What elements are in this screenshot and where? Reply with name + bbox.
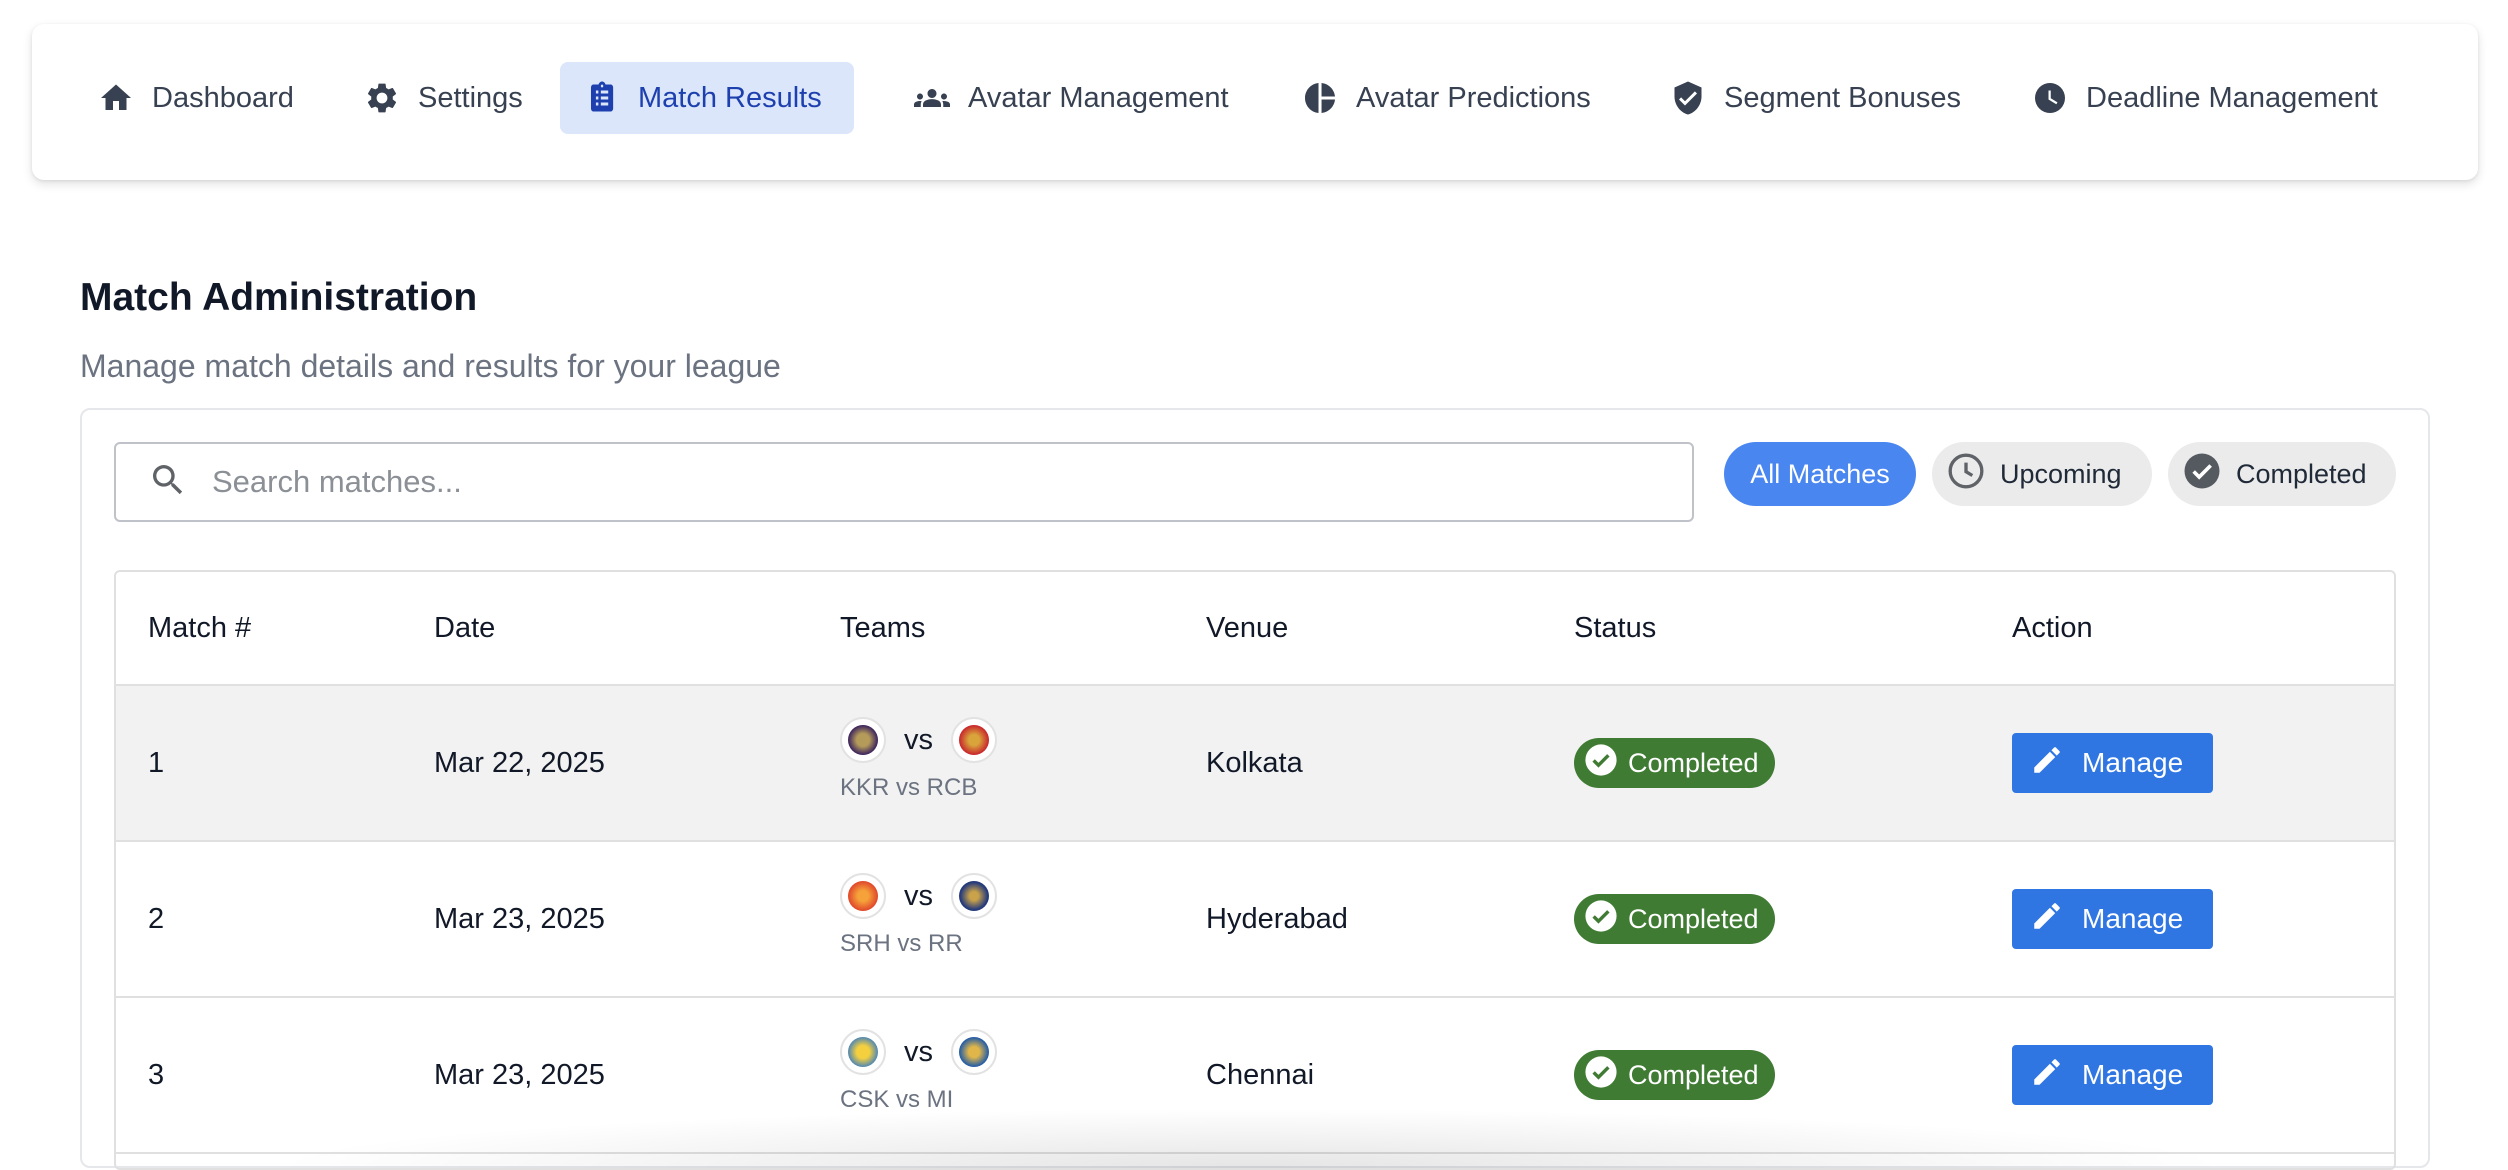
nav-item-label: Dashboard <box>152 81 294 114</box>
teams-label: CSK vs MI <box>840 1086 954 1113</box>
search-icon <box>116 460 210 505</box>
manage-button[interactable]: Manage <box>2012 1045 2214 1105</box>
clipboard-list-icon <box>584 80 620 116</box>
match-date: Mar 22, 2025 <box>434 746 605 779</box>
status-cell: Completed <box>1574 998 1775 1152</box>
status-label: Completed <box>1628 1059 1759 1090</box>
manage-label: Manage <box>2082 747 2184 778</box>
vs-label: vs <box>904 1035 933 1068</box>
srh-logo-icon <box>840 873 886 919</box>
column-header-venue: Venue <box>1206 612 1289 644</box>
pie-chart-icon <box>1302 80 1338 116</box>
check-circle-icon <box>1584 743 1618 784</box>
matches-table: Match # Date Teams Venue Status Action 1… <box>114 570 2396 1170</box>
filter-all-matches[interactable]: All Matches <box>1724 442 1916 506</box>
mi-logo-icon <box>951 1029 997 1075</box>
rr-logo-icon <box>951 873 997 919</box>
column-header-status: Status <box>1574 612 1657 644</box>
filter-completed[interactable]: Completed <box>2168 442 2396 506</box>
teams-cell: vs SRH vs RR <box>840 872 997 958</box>
nav-item-avatar-predictions[interactable]: Avatar Predictions <box>1278 62 1615 134</box>
check-circle-icon <box>1584 1055 1618 1096</box>
home-icon <box>98 80 134 116</box>
filter-upcoming[interactable]: Upcoming <box>1932 442 2152 506</box>
table-row: 3 Mar 23, 2025 vs CSK vs MI Chennai Comp… <box>116 998 2394 1154</box>
manage-button[interactable]: Manage <box>2012 889 2214 949</box>
nav-item-avatar-management[interactable]: Avatar Management <box>890 62 1253 134</box>
status-cell: Completed <box>1574 686 1775 840</box>
page-subtitle: Manage match details and results for you… <box>80 348 781 384</box>
status-label: Completed <box>1628 903 1759 934</box>
vs-label: vs <box>904 879 933 912</box>
match-number: 2 <box>148 902 165 935</box>
venue: Hyderabad <box>1206 902 1348 935</box>
nav-item-label: Match Results <box>638 81 822 114</box>
column-header-match: Match # <box>148 612 252 644</box>
nav-item-dashboard[interactable]: Dashboard <box>74 62 318 134</box>
pencil-icon <box>2030 899 2064 940</box>
match-number: 3 <box>148 1058 165 1091</box>
teams-label: SRH vs RR <box>840 930 963 957</box>
top-navigation: Dashboard Settings Match Results Avatar … <box>32 24 2478 180</box>
nav-item-label: Avatar Predictions <box>1356 81 1591 114</box>
nav-item-settings[interactable]: Settings <box>340 62 547 134</box>
clock-icon <box>2032 80 2068 116</box>
people-icon <box>914 80 950 116</box>
search-input[interactable] <box>210 463 1614 501</box>
pencil-icon <box>2030 1055 2064 1096</box>
action-cell: Manage <box>2012 998 2214 1152</box>
check-circle-icon <box>1584 899 1618 940</box>
nav-item-deadline-management[interactable]: Deadline Management <box>2008 62 2402 134</box>
status-badge: Completed <box>1574 1050 1775 1100</box>
check-circle-icon <box>2168 451 2236 498</box>
manage-label: Manage <box>2082 903 2184 934</box>
status-label: Completed <box>1628 747 1759 778</box>
venue: Kolkata <box>1206 746 1303 779</box>
status-badge: Completed <box>1574 738 1775 788</box>
filter-label: Upcoming <box>2000 458 2122 489</box>
nav-item-label: Segment Bonuses <box>1724 81 1961 114</box>
page-title: Match Administration <box>80 276 478 319</box>
teams-label: KKR vs RCB <box>840 774 978 801</box>
nav-item-match-results[interactable]: Match Results <box>560 62 854 134</box>
vs-label: vs <box>904 723 933 756</box>
search-field[interactable] <box>114 442 1694 522</box>
table-row: 1 Mar 22, 2025 vs KKR vs RCB Kolkata Com… <box>116 686 2394 842</box>
match-date: Mar 23, 2025 <box>434 1058 605 1091</box>
nav-item-label: Settings <box>418 81 523 114</box>
rcb-logo-icon <box>951 717 997 763</box>
manage-button[interactable]: Manage <box>2012 733 2214 793</box>
nav-item-label: Deadline Management <box>2086 81 2378 114</box>
filter-label: All Matches <box>1750 458 1890 489</box>
manage-label: Manage <box>2082 1059 2184 1090</box>
status-cell: Completed <box>1574 842 1775 996</box>
column-header-date: Date <box>434 612 496 644</box>
teams-cell: vs KKR vs RCB <box>840 716 997 802</box>
action-cell: Manage <box>2012 842 2214 996</box>
match-date: Mar 23, 2025 <box>434 902 605 935</box>
table-row: 2 Mar 23, 2025 vs SRH vs RR Hyderabad Co… <box>116 842 2394 998</box>
teams-cell: vs CSK vs MI <box>840 1028 997 1114</box>
action-cell: Manage <box>2012 686 2214 840</box>
table-header: Match # Date Teams Venue Status Action <box>116 572 2394 686</box>
match-number: 1 <box>148 746 165 779</box>
filter-label: Completed <box>2236 458 2367 489</box>
csk-logo-icon <box>840 1029 886 1075</box>
status-badge: Completed <box>1574 894 1775 944</box>
verified-badge-icon <box>1670 80 1706 116</box>
venue: Chennai <box>1206 1058 1315 1091</box>
nav-item-label: Avatar Management <box>968 81 1229 114</box>
column-header-teams: Teams <box>840 612 926 644</box>
column-header-action: Action <box>2012 612 2093 644</box>
kkr-logo-icon <box>840 717 886 763</box>
pencil-icon <box>2030 743 2064 784</box>
gear-icon <box>364 80 400 116</box>
clock-outline-icon <box>1932 451 2000 498</box>
nav-item-segment-bonuses[interactable]: Segment Bonuses <box>1646 62 1985 134</box>
